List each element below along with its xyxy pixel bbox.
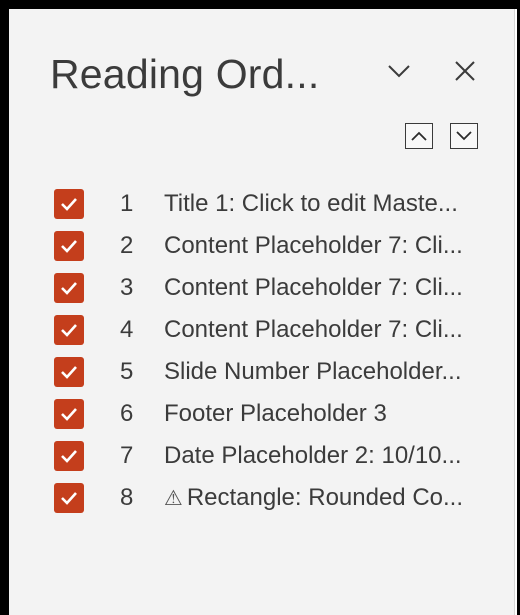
chevron-up-icon <box>411 131 427 141</box>
list-item[interactable]: 1 Title 1: Click to edit Maste... <box>9 185 514 227</box>
item-number: 7 <box>120 442 134 469</box>
list-item[interactable]: 3 Content Placeholder 7: Cli... <box>9 269 514 311</box>
item-number: 3 <box>120 274 134 301</box>
visibility-checkbox[interactable] <box>54 483 84 513</box>
warning-icon: ⚠ <box>164 487 183 510</box>
checkmark-icon <box>61 492 77 505</box>
list-item[interactable]: 5 Slide Number Placeholder... <box>9 353 514 395</box>
checkmark-icon <box>61 324 77 337</box>
item-label: Footer Placeholder 3 <box>164 400 387 427</box>
list-item[interactable]: 2 Content Placeholder 7: Cli... <box>9 227 514 269</box>
item-label-with-warning: ⚠ Rectangle: Rounded Co... <box>164 483 463 514</box>
item-number: 8 <box>120 484 134 511</box>
visibility-checkbox[interactable] <box>54 357 84 387</box>
checkmark-icon <box>61 282 77 295</box>
list-item[interactable]: 6 Footer Placeholder 3 <box>9 395 514 437</box>
visibility-checkbox[interactable] <box>54 189 84 219</box>
visibility-checkbox[interactable] <box>54 441 84 471</box>
checkmark-icon <box>61 366 77 379</box>
list-item[interactable]: 8 ⚠ Rectangle: Rounded Co... <box>9 479 514 521</box>
visibility-checkbox[interactable] <box>54 399 84 429</box>
item-label: Content Placeholder 7: Cli... <box>164 316 463 343</box>
list-item[interactable]: 7 Date Placeholder 2: 10/10... <box>9 437 514 479</box>
reading-order-list: 1 Title 1: Click to edit Maste... 2 Cont… <box>9 185 514 521</box>
item-number: 2 <box>120 232 134 259</box>
chevron-down-icon <box>388 65 410 78</box>
close-pane-button[interactable] <box>447 53 483 89</box>
item-label: Title 1: Click to edit Maste... <box>164 190 458 217</box>
item-number: 5 <box>120 358 134 385</box>
item-label: Slide Number Placeholder... <box>164 358 462 385</box>
checkmark-icon <box>61 240 77 253</box>
item-number: 1 <box>120 190 134 217</box>
move-up-button[interactable] <box>405 123 433 149</box>
pane-options-button[interactable] <box>381 53 417 89</box>
item-label: Rectangle: Rounded Co... <box>186 484 464 511</box>
close-icon <box>455 61 475 81</box>
checkmark-icon <box>61 198 77 211</box>
pane-title: Reading Ord... <box>50 51 320 97</box>
visibility-checkbox[interactable] <box>54 315 84 345</box>
reading-order-pane: Reading Ord... 1 Title 1: Click to edit … <box>9 9 515 615</box>
item-label: Date Placeholder 2: 10/10... <box>164 442 462 469</box>
item-label: Content Placeholder 7: Cli... <box>164 232 463 259</box>
list-item[interactable]: 4 Content Placeholder 7: Cli... <box>9 311 514 353</box>
checkmark-icon <box>61 408 77 421</box>
checkmark-icon <box>61 450 77 463</box>
chevron-down-icon <box>456 131 472 141</box>
item-number: 6 <box>120 400 134 427</box>
item-label: Content Placeholder 7: Cli... <box>164 274 463 301</box>
visibility-checkbox[interactable] <box>54 273 84 303</box>
item-number: 4 <box>120 316 134 343</box>
move-down-button[interactable] <box>450 123 478 149</box>
visibility-checkbox[interactable] <box>54 231 84 261</box>
